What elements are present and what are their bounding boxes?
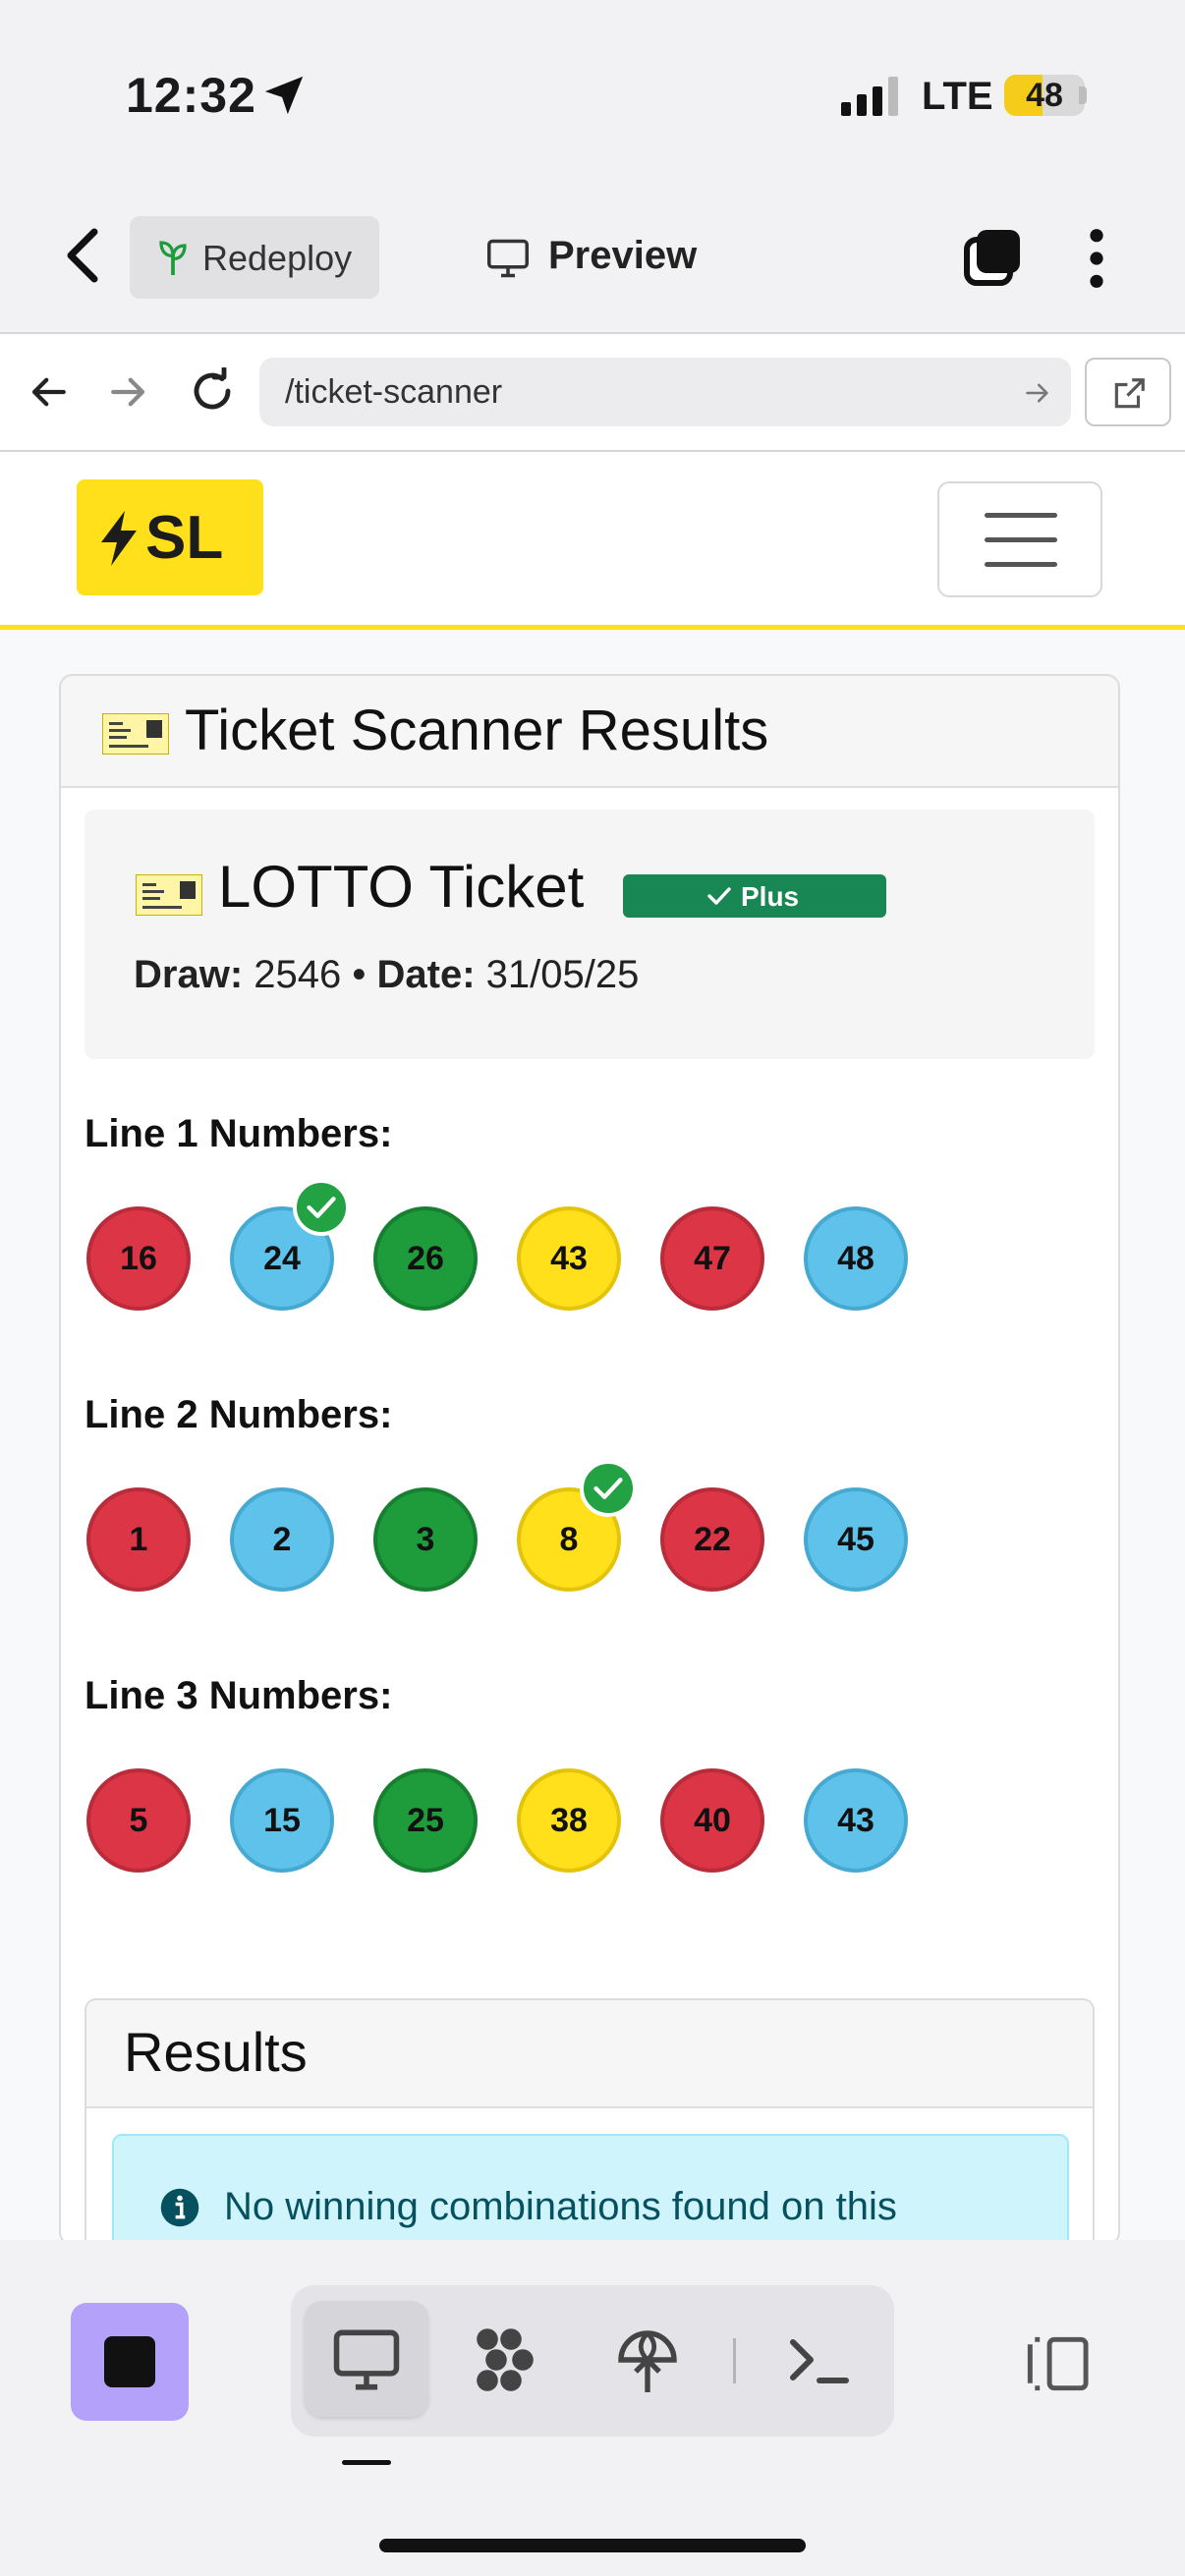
location-arrow-icon <box>264 76 304 115</box>
lotto-ball: 2 <box>230 1487 334 1592</box>
match-check-icon <box>293 1179 350 1236</box>
lotto-ball: 26 <box>373 1206 478 1311</box>
sprout-icon <box>159 241 187 275</box>
deploy-icon[interactable] <box>612 2324 683 2395</box>
hamburger-bar <box>985 562 1057 567</box>
go-arrow-icon[interactable] <box>1024 379 1051 407</box>
battery-indicator: 48 <box>1004 75 1085 116</box>
monitor-icon <box>487 239 529 278</box>
meta-separator: • <box>352 953 367 996</box>
scanner-results-card: Ticket Scanner Results LOTTO Ticket Plus… <box>59 674 1120 2246</box>
lotto-ball: 22 <box>660 1487 764 1592</box>
lotto-ball: 16 <box>86 1206 191 1311</box>
redeploy-button[interactable]: Redeploy <box>130 216 379 299</box>
date-label: Date: <box>376 953 476 996</box>
lotto-ball: 45 <box>804 1487 908 1592</box>
draw-label: Draw: <box>134 953 244 996</box>
ticket-name: LOTTO Ticket <box>218 854 585 920</box>
open-external-button[interactable] <box>1085 358 1171 426</box>
redeploy-label: Redeploy <box>202 238 353 278</box>
view-switcher <box>291 2285 894 2436</box>
results-title: Results <box>124 2021 308 2083</box>
app-toolbar: Redeploy Preview <box>0 187 1185 334</box>
reload-icon[interactable] <box>189 367 236 415</box>
external-link-icon <box>1114 378 1145 409</box>
lotto-ball: 43 <box>517 1206 621 1311</box>
back-arrow-icon[interactable] <box>28 371 69 413</box>
match-check-icon <box>580 1460 637 1517</box>
plus-badge: Plus <box>623 874 886 918</box>
url-text: /ticket-scanner <box>285 373 503 411</box>
page-title: Ticket Scanner Results <box>185 699 769 762</box>
monitor-icon <box>333 2329 400 2390</box>
workflow-icon[interactable] <box>470 2324 540 2395</box>
ticket-icon <box>136 874 202 916</box>
brand-logo[interactable]: SL <box>77 479 263 595</box>
lotto-ball: 3 <box>373 1487 478 1592</box>
lotto-ball: 25 <box>373 1768 478 1873</box>
ticket-icon <box>102 713 169 755</box>
hamburger-bar <box>985 537 1057 542</box>
hamburger-bar <box>985 513 1057 518</box>
lightning-icon <box>101 511 137 566</box>
lotto-ball: 40 <box>660 1768 764 1873</box>
active-tab-indicator <box>342 2460 391 2465</box>
status-time: 12:32 <box>126 68 256 123</box>
info-icon <box>160 2188 199 2227</box>
back-chevron-icon[interactable] <box>61 226 104 285</box>
battery-level: 48 <box>1026 77 1063 114</box>
no-wins-alert: No winning combinations found on this <box>112 2134 1069 2244</box>
draw-date: 31/05/25 <box>485 953 640 996</box>
home-indicator <box>379 2539 806 2552</box>
ticket-meta: Draw: 2546 • Date: 31/05/25 <box>134 953 639 997</box>
url-field[interactable]: /ticket-scanner <box>259 358 1071 426</box>
lotto-ball: 38 <box>517 1768 621 1873</box>
status-bar: 12:32 LTE 48 <box>0 0 1185 187</box>
line-2-label: Line 2 Numbers: <box>85 1393 393 1436</box>
network-type: LTE <box>922 75 993 118</box>
divider <box>733 2338 736 2383</box>
browser-bar: /ticket-scanner <box>0 334 1185 452</box>
stop-button[interactable] <box>71 2303 189 2421</box>
tabs-icon[interactable] <box>961 226 1024 289</box>
ticket-info-panel: LOTTO Ticket Plus Draw: 2546 • Date: 31/… <box>85 810 1095 1059</box>
results-header: Results <box>86 2000 1093 2108</box>
preview-label: Preview <box>548 234 698 277</box>
signal-icon <box>841 77 898 116</box>
line-3-label: Line 3 Numbers: <box>85 1674 393 1717</box>
hamburger-menu-button[interactable] <box>937 481 1102 597</box>
card-header: Ticket Scanner Results <box>61 676 1118 788</box>
line-1-label: Line 1 Numbers: <box>85 1112 393 1155</box>
check-icon <box>707 887 731 905</box>
lotto-ball: 43 <box>804 1768 908 1873</box>
draw-number: 2546 <box>254 953 342 996</box>
badge-label: Plus <box>741 881 800 912</box>
lotto-ball: 15 <box>230 1768 334 1873</box>
lotto-ball: 47 <box>660 1206 764 1311</box>
forward-arrow-icon[interactable] <box>108 371 149 413</box>
stop-icon <box>104 2336 155 2387</box>
battery-tip <box>1079 86 1087 104</box>
lotto-ball: 5 <box>86 1768 191 1873</box>
kebab-menu-icon[interactable] <box>1077 226 1116 291</box>
lotto-ball: 1 <box>86 1487 191 1592</box>
results-card: Results No winning combinations found on… <box>85 1998 1095 2244</box>
brand-text: SL <box>145 504 224 572</box>
terminal-icon[interactable] <box>784 2324 855 2395</box>
bottom-toolbar <box>0 2240 1185 2576</box>
alert-text: No winning combinations found on this <box>224 2185 897 2228</box>
side-panel-icon[interactable] <box>1018 2334 1091 2393</box>
lotto-ball: 48 <box>804 1206 908 1311</box>
site-navbar: SL <box>0 452 1185 630</box>
